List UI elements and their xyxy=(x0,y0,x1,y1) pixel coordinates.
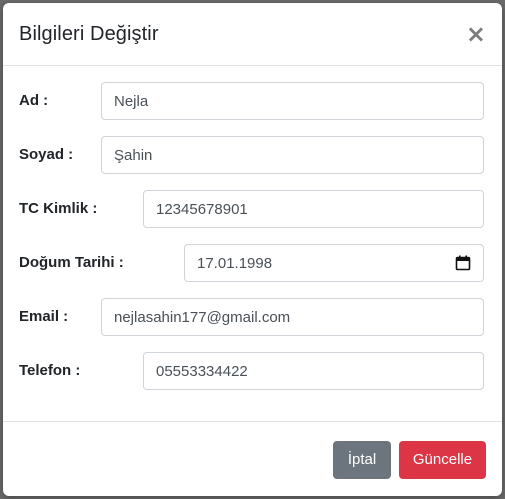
ad-input[interactable]: Nejla xyxy=(101,82,484,120)
calendar-icon[interactable] xyxy=(455,255,471,271)
ad-label: Ad : xyxy=(19,92,49,109)
modal-title: Bilgileri Değiştir xyxy=(19,22,159,45)
dogum-tarihi-label: Doğum Tarihi : xyxy=(19,254,124,271)
modal-header: Bilgileri Değiştir × xyxy=(3,3,502,66)
cancel-button[interactable]: İptal xyxy=(333,440,391,479)
soyad-input[interactable]: Şahin xyxy=(101,136,484,174)
telefon-label: Telefon : xyxy=(19,362,81,379)
update-button[interactable]: Güncelle xyxy=(399,440,486,479)
form-row-dogum-tarihi: Doğum Tarihi : 17.01.1998 xyxy=(3,244,502,282)
form-row-ad: Ad : Nejla xyxy=(3,82,502,120)
form-row-email: Email : nejlasahin177@gmail.com xyxy=(3,298,502,336)
ad-value: Nejla xyxy=(114,92,149,110)
form-row-tc-kimlik: TC Kimlik : 12345678901 xyxy=(3,190,502,228)
dogum-tarihi-value: 17.01.1998 xyxy=(197,254,273,272)
email-label: Email : xyxy=(19,308,69,325)
email-input[interactable]: nejlasahin177@gmail.com xyxy=(101,298,484,336)
tc-kimlik-label: TC Kimlik : xyxy=(19,200,98,217)
modal-footer: İptal Güncelle xyxy=(3,423,502,496)
close-icon[interactable]: × xyxy=(466,22,486,46)
dogum-tarihi-input[interactable]: 17.01.1998 xyxy=(184,244,484,282)
tc-kimlik-input[interactable]: 12345678901 xyxy=(143,190,484,228)
tc-kimlik-value: 12345678901 xyxy=(156,200,248,218)
telefon-input[interactable]: 05553334422 xyxy=(143,352,484,390)
telefon-value: 05553334422 xyxy=(156,362,248,380)
edit-info-modal: Bilgileri Değiştir × Ad : Nejla Soyad : … xyxy=(3,3,502,496)
soyad-label: Soyad : xyxy=(19,146,74,163)
email-value: nejlasahin177@gmail.com xyxy=(114,308,291,326)
form-row-soyad: Soyad : Şahin xyxy=(3,136,502,174)
modal-body: Ad : Nejla Soyad : Şahin TC Kimlik : 123… xyxy=(3,66,502,422)
form-row-telefon: Telefon : 05553334422 xyxy=(3,352,502,390)
soyad-value: Şahin xyxy=(114,146,153,164)
